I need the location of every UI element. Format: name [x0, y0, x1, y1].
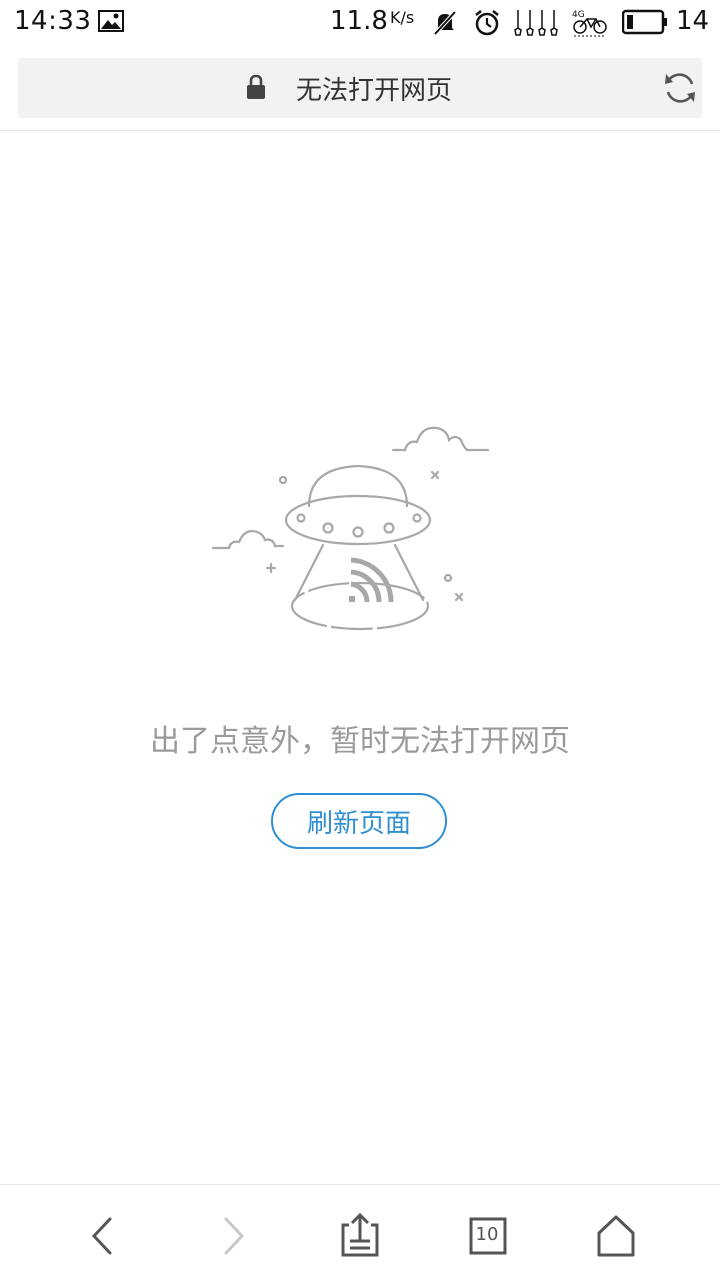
refresh-icon[interactable]: [662, 70, 698, 106]
bell-muted-icon: [433, 10, 457, 36]
address-bar-divider: [0, 130, 720, 131]
notification-bells-icon: [514, 10, 558, 36]
image-icon: [98, 10, 124, 32]
address-bar[interactable]: 无法打开网页: [18, 58, 702, 118]
page-title: 无法打开网页: [296, 76, 453, 106]
bottom-toolbar: 10: [0, 1184, 720, 1281]
error-message: 出了点意外，暂时无法打开网页: [150, 724, 570, 759]
share-icon[interactable]: [335, 1211, 385, 1261]
status-bar: 14:33 11.8 K/s 4G 14: [0, 0, 720, 48]
forward-icon[interactable]: [208, 1211, 258, 1261]
back-icon[interactable]: [78, 1211, 128, 1261]
net-speed: 11.8: [330, 6, 388, 36]
tab-count: 10: [475, 1224, 499, 1245]
ufo-illustration: [211, 426, 490, 631]
svg-text:4G: 4G: [572, 10, 585, 20]
battery-level: 14: [676, 6, 710, 36]
alarm-icon: [475, 10, 499, 36]
net-speed-unit: K/s: [390, 8, 415, 27]
lock-icon: [247, 74, 265, 99]
status-time: 14:33: [14, 6, 92, 36]
refresh-page-button[interactable]: 刷新页面: [271, 793, 447, 849]
tabs-button[interactable]: 10: [463, 1211, 513, 1261]
bike-4g-icon: 4G: [572, 10, 607, 37]
home-icon[interactable]: [591, 1211, 641, 1261]
battery-icon: [622, 9, 667, 35]
